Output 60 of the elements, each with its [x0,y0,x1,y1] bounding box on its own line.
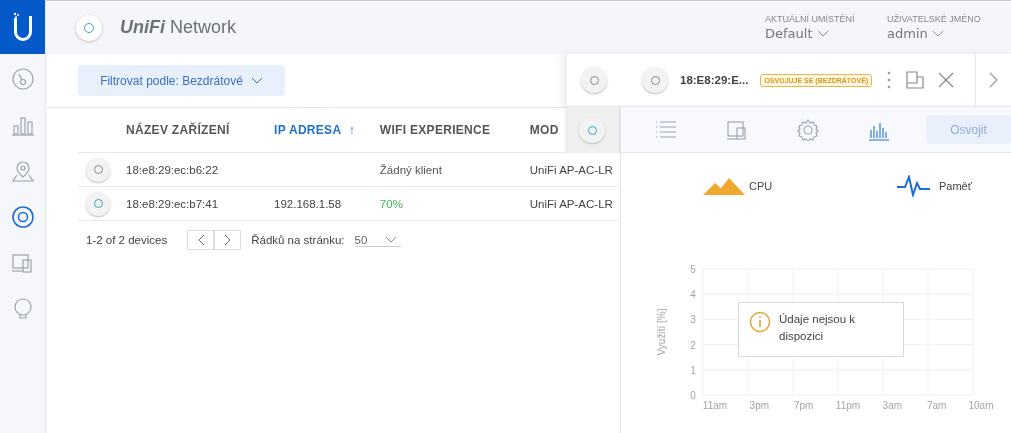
ring-icon[interactable] [10,205,35,229]
device-tab[interactable] [565,107,620,153]
previous-page-button[interactable] [187,230,215,250]
y-tick-label: 5 [690,264,696,275]
access-point-icon [581,67,607,93]
map-pin-icon[interactable] [10,159,35,183]
device-name: 18:E8:29:E... [680,74,749,86]
access-point-icon [642,67,668,93]
table-cell-text: UniFi AP-AC-LR [529,163,614,176]
table-cell-text: UniFi AP-AC-LR [529,197,614,210]
column-header[interactable]: IP ADRESA ↑ [274,123,355,137]
y-tick-label: 2 [690,339,696,351]
message-text: Údaje nejsou k dispozici [779,312,857,344]
rows-per-page-dropdown[interactable]: 50 [354,233,401,247]
chevron-down-icon [250,76,263,85]
y-axis-title: Využití [%] [656,308,667,356]
next-page-button[interactable] [214,230,242,250]
username-dropdown[interactable]: admin [887,26,987,41]
chevron-down-icon [385,235,398,244]
table-cell: 192.168.1.58 [274,197,342,210]
table-cell-text: 18:e8:29:ec:b6:22 [126,163,220,176]
column-header[interactable]: MOD [529,123,559,137]
x-tick-label: 7am [926,400,947,411]
more-icon[interactable] [886,70,893,90]
legend-label: Paměť [939,180,972,192]
x-tick-label: 3pm [749,400,770,411]
chevron-down-icon [816,30,829,38]
restore-window-icon[interactable] [906,71,925,89]
table-cell: 70% [379,197,403,210]
brand-name: UniFi [120,17,165,38]
chevron-right-icon [223,234,232,246]
column-header[interactable]: NÁZEV ZAŘÍZENÍ [126,123,230,137]
y-tick-label: 3 [690,314,696,326]
devices-icon[interactable] [10,251,35,275]
device-ring-icon [76,14,102,41]
username-label: UŽIVATELSKÉ JMÉNO [887,14,982,24]
close-icon[interactable] [938,72,955,88]
x-tick-label: 11am [702,400,728,411]
filter-dropdown[interactable]: Filtrovat podle: Bezdrátové [78,65,285,96]
y-tick-label: 1 [690,364,696,376]
chevron-left-icon [196,234,205,246]
rows-per-page-label: Řádků na stránku: [251,234,345,246]
y-tick-label: 0 [690,390,696,401]
pagination-summary: 1-2 of 2 devices [86,234,168,246]
product-name: Network [170,17,236,38]
x-tick-label: 7pm [793,400,814,411]
x-tick-label: 3am [882,400,903,411]
table-cell-text: 18:e8:29:ec:b7:41 [126,197,220,210]
info-icon [749,311,771,333]
x-tick-label: 11pm [835,400,861,411]
location-dropdown[interactable]: Default [765,26,865,41]
gauge-icon[interactable] [10,67,35,91]
column-header[interactable]: WIFI EXPERIENCE [379,123,491,137]
location-label: AKTUÁLNÍ UMÍSTĚNÍ [765,14,856,24]
y-tick-label: 4 [690,289,696,301]
x-tick-label: 10am [968,400,994,411]
table-cell: Žádný klient [379,163,442,176]
chevron-right-icon [989,72,998,88]
chevron-down-icon [931,30,944,38]
legend-label: CPU [749,180,773,192]
